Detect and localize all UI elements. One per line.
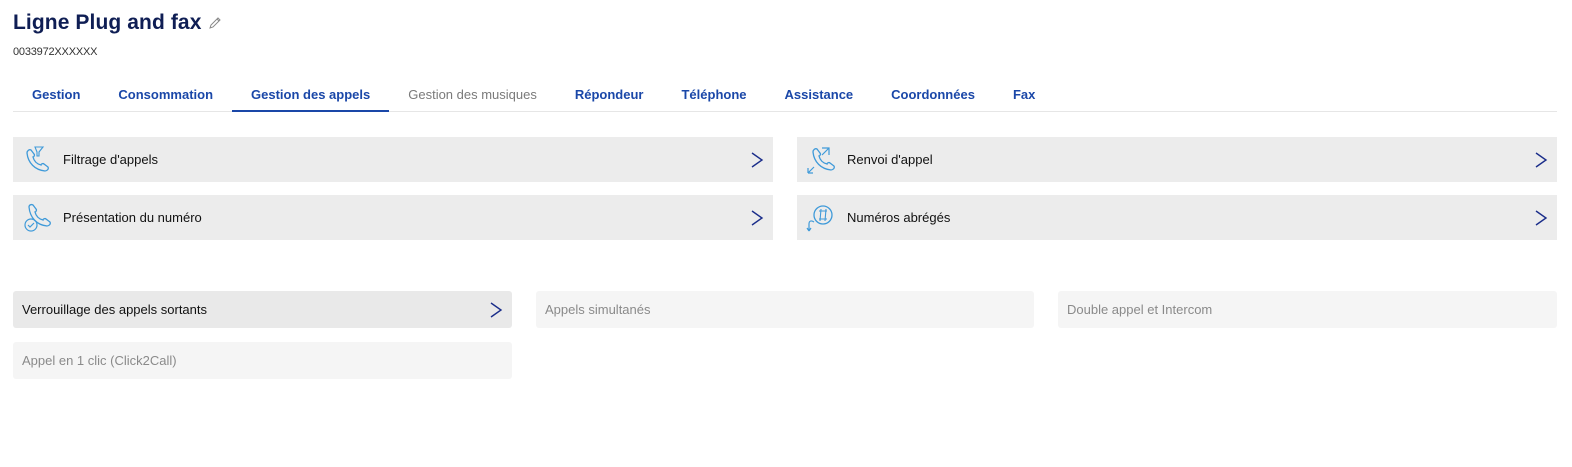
tab-telephone[interactable]: Téléphone <box>662 79 765 112</box>
tab-bar: Gestion Consommation Gestion des appels … <box>13 79 1557 112</box>
page-header: Ligne Plug and fax 0033972XXXXXX <box>13 8 222 58</box>
tab-gestion-des-musiques: Gestion des musiques <box>408 87 537 102</box>
card-label: Filtrage d'appels <box>63 152 158 167</box>
chevron-right-icon <box>751 209 764 226</box>
tile-verrouillage-appels-sortants[interactable]: Verrouillage des appels sortants <box>13 291 512 328</box>
phone-number: 0033972XXXXXX <box>13 46 98 58</box>
tab-repondeur[interactable]: Répondeur <box>556 79 663 112</box>
tab-gestion[interactable]: Gestion <box>13 79 99 112</box>
card-numeros-abreges[interactable]: Numéros abrégés <box>797 195 1557 240</box>
tile-appel-1-clic: Appel en 1 clic (Click2Call) <box>13 342 512 379</box>
tile-label: Appel en 1 clic (Click2Call) <box>22 353 177 368</box>
tab-fax[interactable]: Fax <box>994 79 1054 112</box>
title-row: Ligne Plug and fax <box>13 8 222 38</box>
tile-appels-simultanes: Appels simultanés <box>536 291 1034 328</box>
card-label: Renvoi d'appel <box>847 152 933 167</box>
tab-coordonnees[interactable]: Coordonnées <box>872 79 994 112</box>
tile-double-appel-intercom: Double appel et Intercom <box>1058 291 1557 328</box>
speed-dial-icon <box>806 204 833 231</box>
chevron-right-icon <box>1535 151 1548 168</box>
card-label: Numéros abrégés <box>847 210 951 225</box>
chevron-right-icon <box>1535 209 1548 226</box>
tab-gestion-des-appels[interactable]: Gestion des appels <box>232 79 390 112</box>
card-label: Présentation du numéro <box>63 210 202 225</box>
card-presentation-numero[interactable]: Présentation du numéro <box>13 195 773 240</box>
caller-id-icon <box>24 203 51 232</box>
chevron-right-icon <box>751 151 764 168</box>
call-forward-icon <box>807 146 835 174</box>
pencil-edit-icon[interactable] <box>208 16 222 30</box>
tab-assistance[interactable]: Assistance <box>766 79 873 112</box>
tile-label: Verrouillage des appels sortants <box>22 302 208 317</box>
page-title: Ligne Plug and fax <box>13 11 202 34</box>
card-renvoi-appel[interactable]: Renvoi d'appel <box>797 137 1557 182</box>
tile-label: Appels simultanés <box>545 302 651 317</box>
tab-consommation[interactable]: Consommation <box>99 79 232 112</box>
card-filtrage-appels[interactable]: Filtrage d'appels <box>13 137 773 182</box>
chevron-right-icon <box>490 301 503 318</box>
call-filter-icon <box>26 145 49 172</box>
tile-label: Double appel et Intercom <box>1067 302 1213 317</box>
